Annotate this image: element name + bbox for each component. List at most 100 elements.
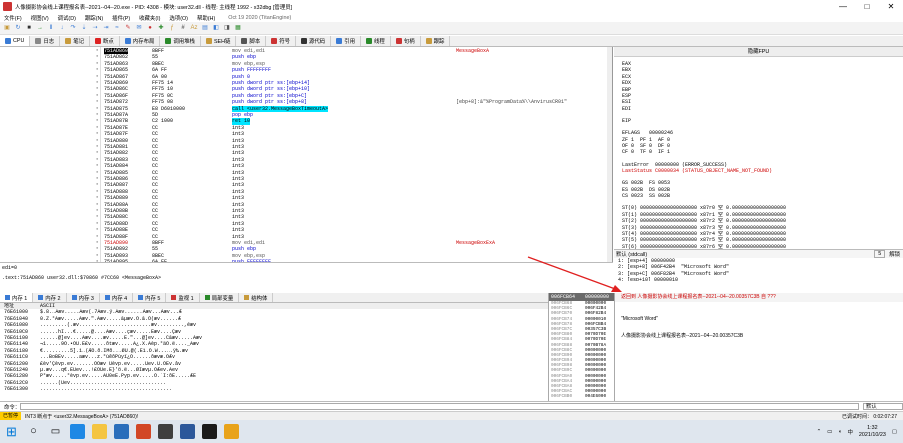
disassembly-view[interactable]: EIP●751AD8608BFFmov edi,ediMessageBoxA●7… (0, 47, 613, 262)
start-icon[interactable]: ⊞ (4, 424, 19, 439)
dump-tab-5[interactable]: 监视 1 (166, 293, 200, 302)
hide-fpu-toggle[interactable]: 隐藏FPU (614, 47, 903, 57)
command-mode-select[interactable]: 默认 (863, 403, 903, 410)
minimize-button[interactable]: — (831, 0, 855, 13)
app-icon[interactable] (158, 424, 173, 439)
menu-item-3[interactable]: 跟踪(N) (85, 14, 103, 22)
tab-12[interactable]: 句柄 (391, 36, 421, 46)
tab-2[interactable]: 笔记 (60, 36, 90, 46)
calc-icon[interactable]: ▦ (234, 24, 242, 32)
word-icon[interactable] (180, 424, 195, 439)
elapsed-label: 已调试时间： (841, 413, 872, 420)
command-bar: 命令： 默认 (0, 401, 903, 411)
animate-icon[interactable]: ≈ (113, 24, 121, 32)
maximize-button[interactable]: □ (855, 0, 879, 13)
run-icon[interactable]: → (36, 24, 44, 32)
close-button[interactable]: ✕ (879, 0, 903, 13)
edge-icon[interactable] (70, 424, 85, 439)
ime-indicator[interactable]: 中 (848, 428, 853, 436)
step-into-icon[interactable]: ↓ (58, 24, 66, 32)
tab-0[interactable]: CPU (0, 36, 31, 46)
cpu-icon[interactable]: ◧ (212, 24, 220, 32)
menu-item-0[interactable]: 文件(F) (4, 14, 22, 22)
info-box: edi=0 .text:751AD860 user32.dll:$70860 #… (0, 262, 613, 286)
notification-icon[interactable]: ▢ (892, 429, 897, 435)
tab-6[interactable]: SEH链 (201, 36, 237, 46)
script-icon[interactable]: Az (190, 24, 198, 32)
window-title: 人像摄影协会线上课程报名表--2021--04--20.exe - PID: 4… (15, 4, 293, 11)
tab-13[interactable]: 跟踪 (421, 36, 451, 46)
menu-item-1[interactable]: 视图(V) (31, 14, 49, 22)
tab-11[interactable]: 线程 (361, 36, 391, 46)
tab-5[interactable]: 调用堆栈 (160, 36, 201, 46)
trace-over-icon[interactable]: ⇢ (91, 24, 99, 32)
stack-top-row[interactable]: 006FCB64 00000000 (549, 293, 614, 301)
dump-tab-1[interactable]: 内存 2 (33, 293, 67, 302)
tab-8[interactable]: 符号 (266, 36, 297, 46)
menu-item-7[interactable]: 帮助(H) (197, 14, 215, 22)
volume-icon[interactable]: ◖ (838, 429, 841, 435)
register-name: EAX (622, 61, 632, 67)
registers-panel[interactable]: 隐藏FPU EAX006F82B4"Microsoft Word"EBX004E… (614, 47, 903, 249)
menu-item-6[interactable]: 选项(O) (169, 14, 188, 22)
dump-tab-3[interactable]: 内存 4 (100, 293, 134, 302)
disasm-scrollbar[interactable] (607, 47, 612, 262)
menu-item-4[interactable]: 插件(P) (112, 14, 130, 22)
memory-map-icon (124, 38, 131, 44)
calling-convention-label[interactable]: 默认 (stdcall) (616, 250, 647, 258)
memory-icon[interactable]: ◨ (223, 24, 231, 32)
task-view-icon[interactable]: ▭ (48, 424, 63, 439)
restart-icon[interactable]: ↻ (14, 24, 22, 32)
tab-10[interactable]: 引用 (331, 36, 361, 46)
clock[interactable]: 1:32 2021/10/23 (859, 425, 886, 439)
dump-tab-7[interactable]: 结构体 (239, 293, 274, 302)
trace-into-icon[interactable]: ⇣ (80, 24, 88, 32)
flags-row[interactable]: CF 0 TF 0 IF 1 (622, 149, 670, 155)
menu-item-5[interactable]: 收藏夹(I) (139, 14, 160, 22)
bookmark-icon[interactable]: ✚ (157, 24, 165, 32)
reference-icon (336, 38, 343, 44)
open-icon[interactable]: ▣ (3, 24, 11, 32)
register-eip[interactable]: EIP751AD860<user32.MessageBoxA> (622, 118, 631, 124)
memory-dump-view[interactable]: 地址 ASCII 76E61000 $.8.‥Äæv.....Äæv(.7Äæv.ÿ.… (0, 303, 548, 401)
unlock-checkbox[interactable]: 解锁 (889, 250, 903, 258)
hash-icon[interactable]: # (179, 24, 187, 32)
network-icon[interactable]: ▭ (827, 429, 832, 435)
stack-view[interactable]: 006FCB64 00000000 006FCB68 00000000 006FCB6C… (548, 293, 614, 401)
comment-icon[interactable]: ✉ (135, 24, 143, 32)
tab-4[interactable]: 内存布局 (120, 36, 161, 46)
notepad-icon[interactable] (224, 424, 239, 439)
close-debug-icon[interactable]: ■ (25, 24, 33, 32)
tab-3[interactable]: 断点 (90, 36, 120, 46)
dump-tab-0[interactable]: 内存 1 (0, 293, 34, 302)
dump-tab-icon (204, 295, 210, 300)
command-input[interactable] (20, 403, 859, 410)
menu-item-2[interactable]: 调试(D) (58, 14, 76, 22)
function-icon[interactable]: ƒ (168, 24, 176, 32)
dump-tab-4[interactable]: 内存 5 (133, 293, 167, 302)
segment-row[interactable]: CS 0023 SS 002B (622, 193, 670, 199)
label-icon[interactable]: ● (146, 24, 154, 32)
dump-tab-6[interactable]: 局部变量 (200, 293, 240, 302)
chevron-up-icon[interactable]: ⌃ (817, 429, 822, 435)
log-icon[interactable]: ▤ (201, 24, 209, 32)
dump-tab-2[interactable]: 内存 3 (67, 293, 100, 302)
stack-row[interactable]: 006FCBB0 004E6000 (549, 394, 614, 399)
dump-row[interactable]: 76E61300................................… (0, 386, 548, 392)
tab-1[interactable]: 日志 (30, 36, 61, 46)
search-icon[interactable]: ○ (26, 424, 41, 439)
x32dbg-icon[interactable] (202, 424, 217, 439)
elapsed-time: 已调试时间： 0:02:07:27 (842, 413, 897, 420)
tab-7[interactable]: 脚本 (236, 36, 267, 46)
tab-9[interactable]: 源代码 (296, 36, 332, 46)
explorer-icon[interactable] (92, 424, 107, 439)
patch-icon[interactable]: ✎ (124, 24, 132, 32)
store-icon[interactable] (114, 424, 129, 439)
argument-count-select[interactable]: 5 (874, 250, 886, 258)
step-over-icon[interactable]: ↷ (69, 24, 77, 32)
pause-icon[interactable]: Ⅱ (47, 24, 55, 32)
laststatus-register[interactable]: LastStatus C0000034 (STATUS_OBJECT_NAME_… (622, 168, 772, 174)
run-to-user-icon[interactable]: ⇥ (102, 24, 110, 32)
powerpoint-icon[interactable] (136, 424, 151, 439)
register-edi[interactable]: EDI00000000 (622, 106, 631, 112)
